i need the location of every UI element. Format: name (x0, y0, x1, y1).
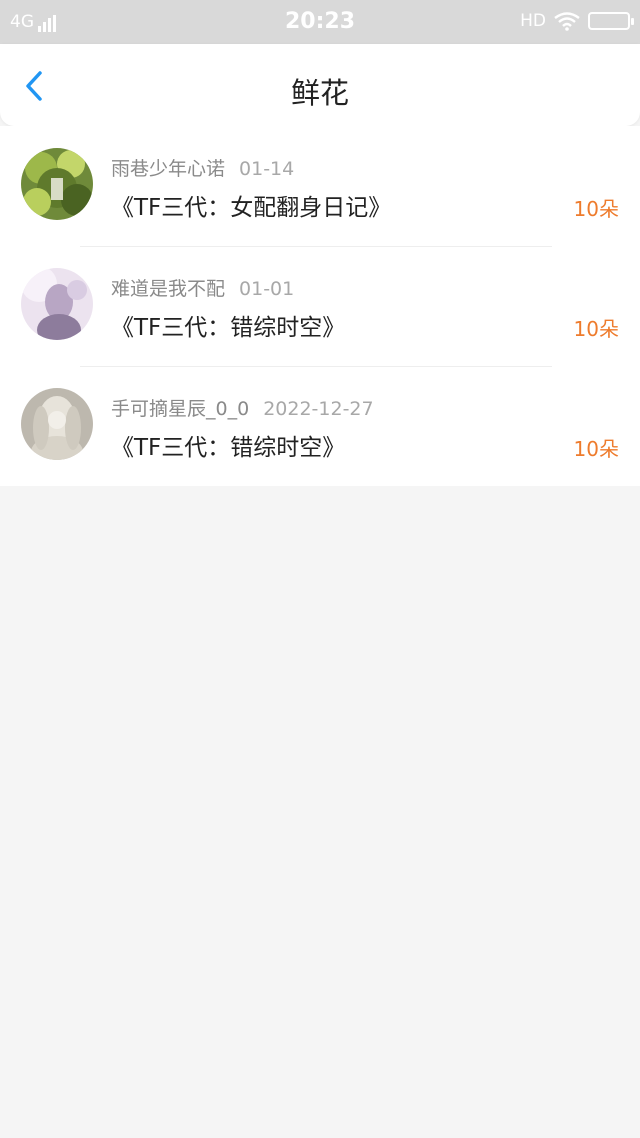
sender-name[interactable]: 难道是我不配 (111, 278, 225, 300)
status-icons: HD (520, 11, 634, 31)
flower-count: 10朵 (573, 437, 619, 461)
send-date: 2022-12-27 (263, 398, 374, 420)
nav-bar: 鲜花 (0, 44, 640, 126)
list-item[interactable]: 难道是我不配 01-01 《TF三代：错综时空》 10朵 (0, 246, 640, 366)
avatar[interactable] (21, 148, 93, 220)
avatar[interactable] (21, 388, 93, 460)
sender-info: 手可摘星辰_0_0 2022-12-27 (111, 394, 374, 421)
list-item[interactable]: 雨巷少年心诺 01-14 《TF三代：女配翻身日记》 10朵 (0, 126, 640, 246)
flower-count: 10朵 (573, 317, 619, 341)
book-title[interactable]: 《TF三代：错综时空》 (111, 308, 345, 342)
book-title[interactable]: 《TF三代：错综时空》 (111, 428, 345, 462)
sender-name[interactable]: 手可摘星辰_0_0 (111, 398, 249, 420)
avatar[interactable] (21, 268, 93, 340)
sender-info: 难道是我不配 01-01 (111, 274, 294, 301)
sender-info: 雨巷少年心诺 01-14 (111, 154, 294, 181)
send-date: 01-01 (239, 278, 295, 300)
battery-icon (588, 12, 634, 30)
hd-label: HD (520, 11, 546, 31)
flower-count: 10朵 (573, 197, 619, 221)
status-bar: 4G 20:23 HD (0, 0, 640, 44)
wifi-icon (554, 12, 580, 31)
book-title[interactable]: 《TF三代：女配翻身日记》 (111, 188, 391, 222)
page-title: 鲜花 (290, 76, 349, 110)
flower-list: 雨巷少年心诺 01-14 《TF三代：女配翻身日记》 10朵 难道是我不配 01-0… (0, 126, 640, 486)
list-item[interactable]: 手可摘星辰_0_0 2022-12-27 《TF三代：错综时空》 10朵 (0, 366, 640, 486)
send-date: 01-14 (239, 158, 295, 180)
sender-name[interactable]: 雨巷少年心诺 (111, 158, 225, 180)
